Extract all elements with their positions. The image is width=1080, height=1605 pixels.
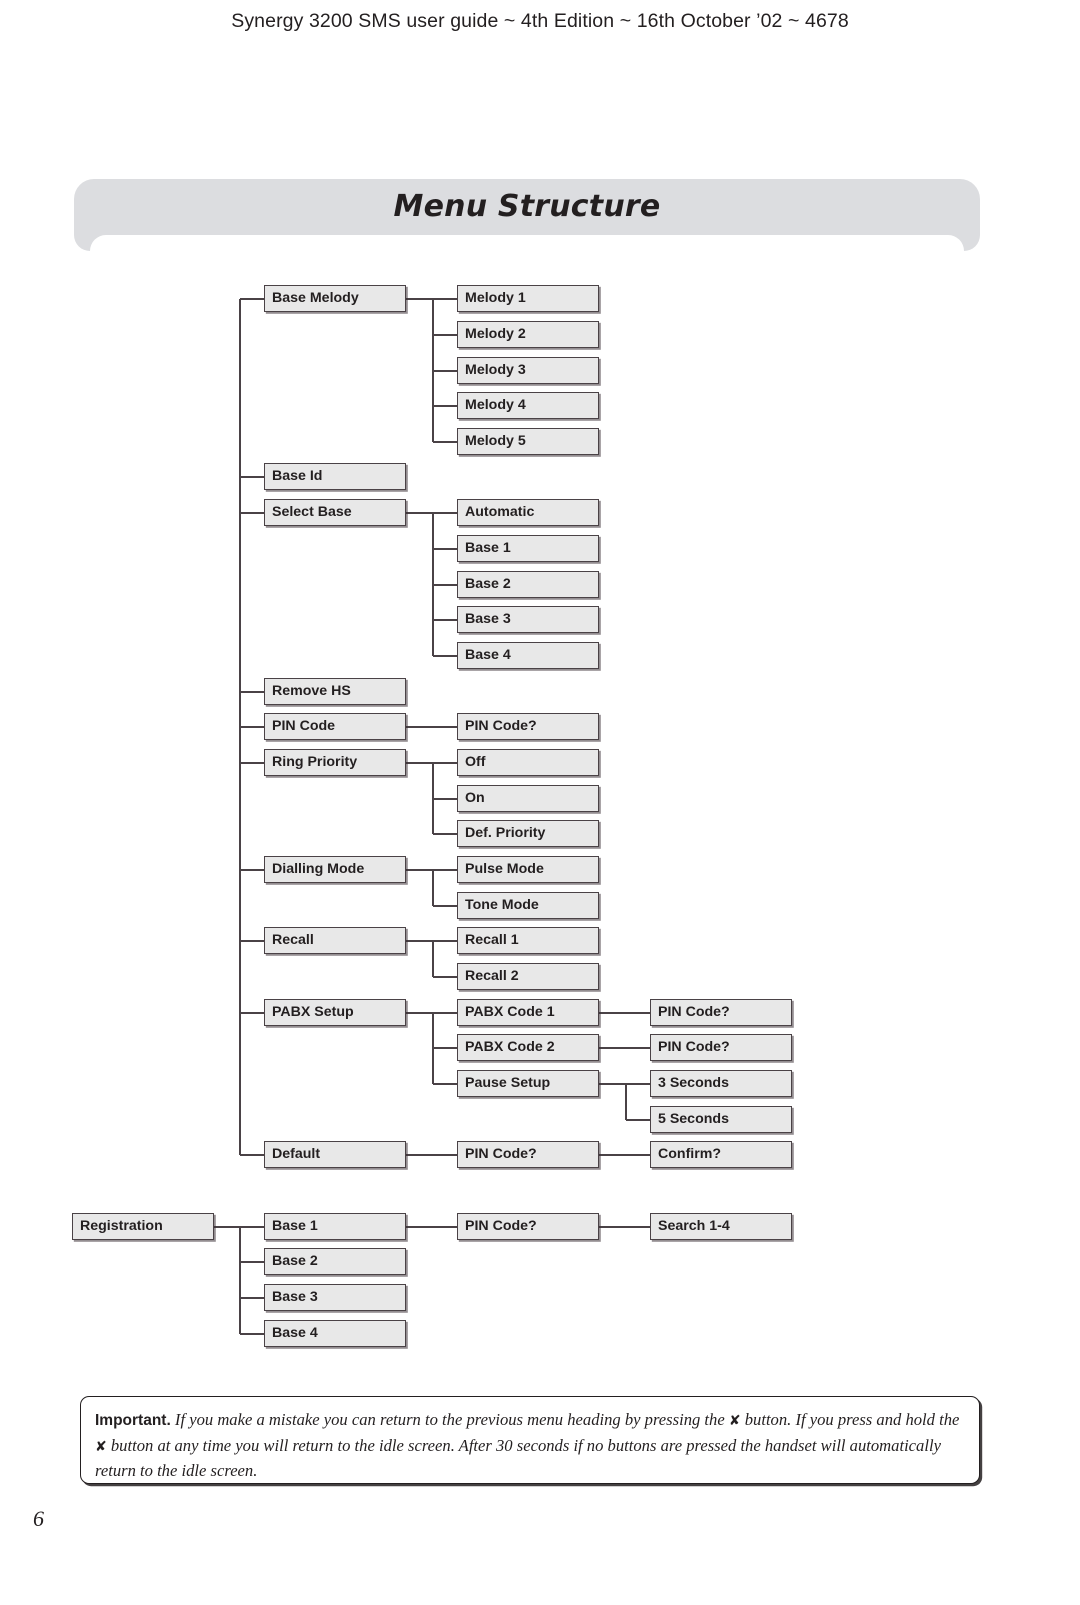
cancel-x-icon: ✘ <box>95 1438 107 1455</box>
menu-node-sec-3: 3 Seconds <box>650 1070 792 1097</box>
menu-node-confirm: Confirm? <box>650 1141 792 1168</box>
menu-node-recall-1: Recall 1 <box>457 927 599 954</box>
important-note-box: Important. If you make a mistake you can… <box>80 1396 980 1484</box>
menu-node-melody-5: Melody 5 <box>457 428 599 455</box>
menu-node-recall-2: Recall 2 <box>457 963 599 990</box>
menu-node-sb-base-4: Base 4 <box>457 642 599 669</box>
menu-node-registration: Registration <box>72 1213 214 1240</box>
menu-node-default: Default <box>264 1141 406 1168</box>
important-segment-1: If you make a mistake you can return to … <box>170 1410 729 1429</box>
menu-structure-diagram: Base Melody Melody 1 Melody 2 Melody 3 Melod… <box>0 0 1080 1605</box>
menu-node-default-pin: PIN Code? <box>457 1141 599 1168</box>
menu-node-reg-base-4: Base 4 <box>264 1320 406 1347</box>
menu-node-pin-code: PIN Code <box>264 713 406 740</box>
menu-node-pin-code-q: PIN Code? <box>457 713 599 740</box>
menu-node-pabx-pin-1: PIN Code? <box>650 999 792 1026</box>
menu-node-melody-1: Melody 1 <box>457 285 599 312</box>
important-lead: Important. <box>95 1412 171 1429</box>
menu-node-select-base: Select Base <box>264 499 406 526</box>
menu-node-reg-base-2: Base 2 <box>264 1248 406 1275</box>
menu-node-reg-pin: PIN Code? <box>457 1213 599 1240</box>
menu-node-sb-base-2: Base 2 <box>457 571 599 598</box>
menu-node-sec-5: 5 Seconds <box>650 1106 792 1133</box>
menu-node-pause-setup: Pause Setup <box>457 1070 599 1097</box>
menu-node-ring-priority: Ring Priority <box>264 749 406 776</box>
menu-node-sb-base-3: Base 3 <box>457 606 599 633</box>
menu-node-dialling-mode: Dialling Mode <box>264 856 406 883</box>
menu-node-base-id: Base Id <box>264 463 406 490</box>
menu-node-pabx-code-1: PABX Code 1 <box>457 999 599 1026</box>
important-note-text: Important. If you make a mistake you can… <box>95 1408 965 1483</box>
menu-node-search-1-4: Search 1-4 <box>650 1213 792 1240</box>
menu-node-base-melody: Base Melody <box>264 285 406 312</box>
menu-node-melody-3: Melody 3 <box>457 357 599 384</box>
important-segment-2: button. If you press and hold the <box>740 1410 960 1429</box>
menu-node-melody-2: Melody 2 <box>457 321 599 348</box>
menu-node-pulse-mode: Pulse Mode <box>457 856 599 883</box>
menu-node-rp-on: On <box>457 785 599 812</box>
menu-node-remove-hs: Remove HS <box>264 678 406 705</box>
menu-node-recall: Recall <box>264 927 406 954</box>
menu-node-automatic: Automatic <box>457 499 599 526</box>
menu-node-pabx-setup: PABX Setup <box>264 999 406 1026</box>
menu-node-reg-base-3: Base 3 <box>264 1284 406 1311</box>
menu-node-tone-mode: Tone Mode <box>457 892 599 919</box>
menu-node-rp-off: Off <box>457 749 599 776</box>
menu-node-pabx-code-2: PABX Code 2 <box>457 1034 599 1061</box>
menu-node-melody-4: Melody 4 <box>457 392 599 419</box>
menu-node-sb-base-1: Base 1 <box>457 535 599 562</box>
cancel-x-icon: ✘ <box>728 1413 741 1429</box>
important-segment-3: button at any time you will return to th… <box>95 1435 941 1481</box>
menu-node-reg-base-1: Base 1 <box>264 1213 406 1240</box>
menu-node-pabx-pin-2: PIN Code? <box>650 1034 792 1061</box>
page-number: 6 <box>33 1506 44 1531</box>
menu-node-rp-def: Def. Priority <box>457 820 599 847</box>
